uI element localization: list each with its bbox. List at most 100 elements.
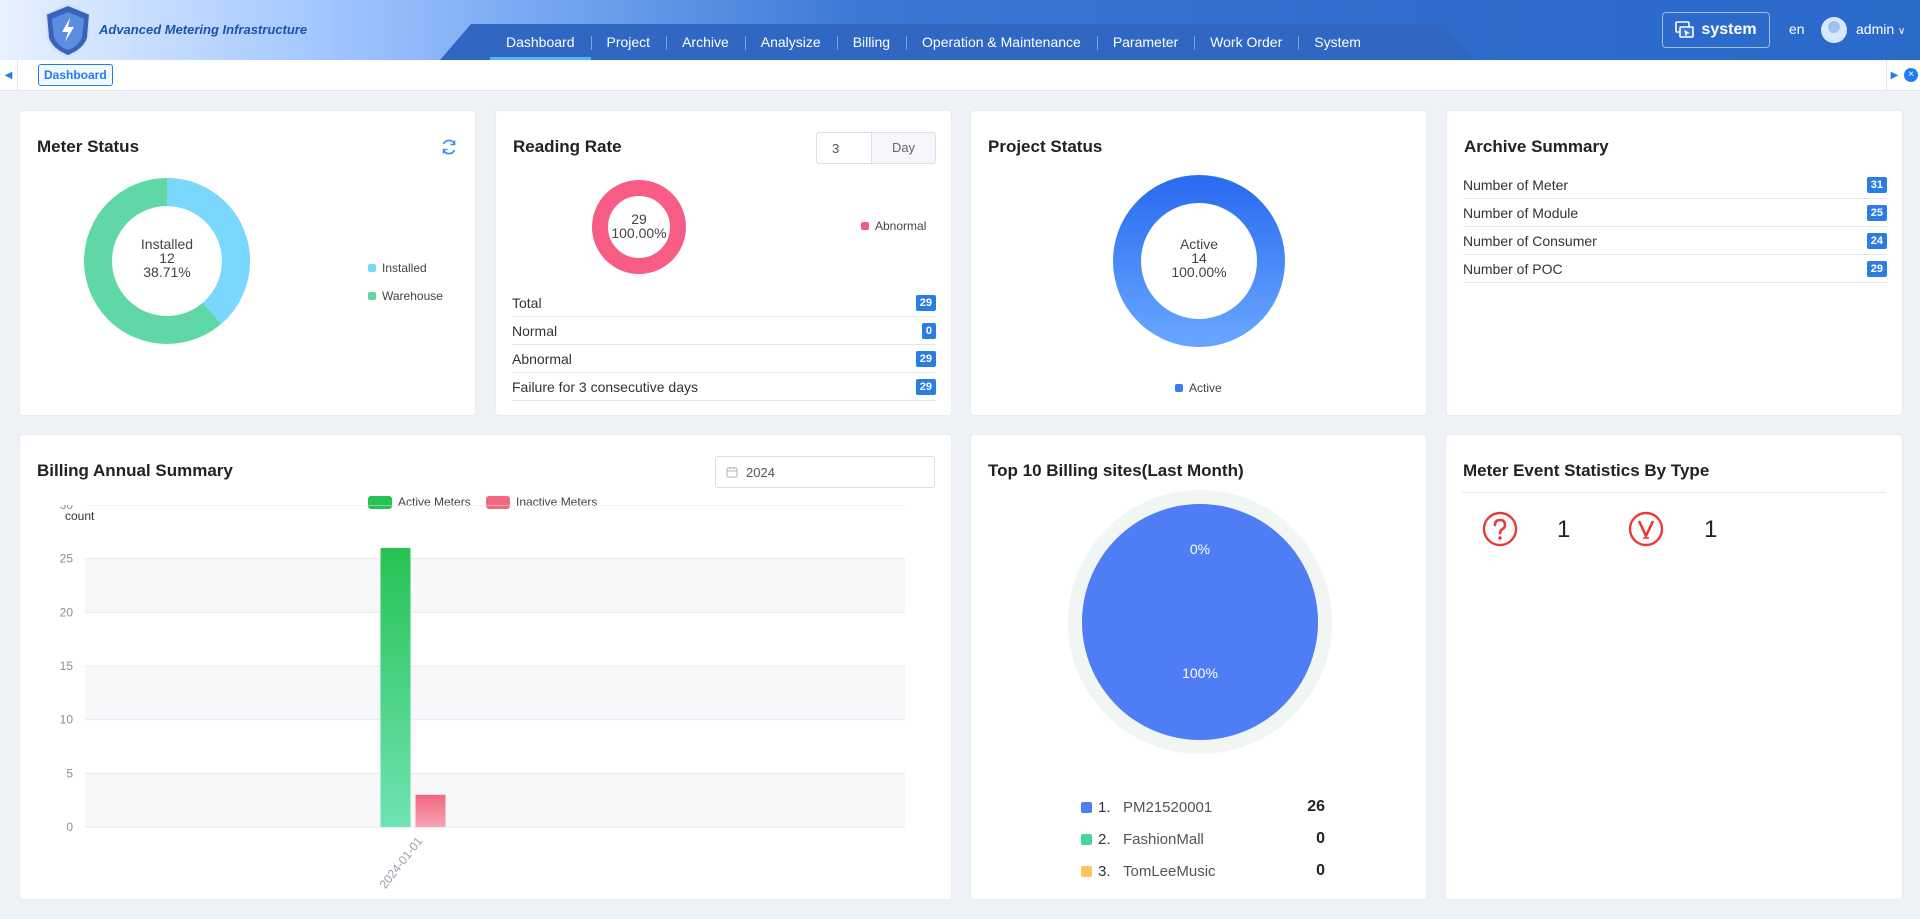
system-button[interactable]: system: [1662, 12, 1770, 48]
site-row-3-value: 0: [1316, 862, 1325, 879]
question-icon[interactable]: [1482, 511, 1518, 547]
reading-row-normal-label: Normal: [512, 322, 558, 339]
site-row-1-value: 26: [1307, 798, 1325, 815]
archive-row-consumer: Number of Consumer 24: [1463, 227, 1887, 255]
reading-row-abnormal-label: Abnormal: [512, 350, 572, 367]
site-row-2[interactable]: 2. FashionMall 0: [1081, 823, 1325, 855]
legend-warehouse[interactable]: Warehouse: [368, 289, 443, 303]
legend-abnormal[interactable]: Abnormal: [861, 219, 926, 233]
archive-row-meter-label: Number of Meter: [1463, 176, 1569, 193]
top-billing-pie-label-0: 0%: [1190, 541, 1210, 557]
bar-active-meters[interactable]: [380, 547, 411, 827]
nav-operation-maintenance[interactable]: Operation & Maintenance: [906, 24, 1097, 60]
reading-rate-center-percent: 100.00%: [611, 225, 667, 241]
main-nav: Dashboard Project Archive Analysize Bill…: [490, 24, 1377, 60]
site-row-1-rank: 1.: [1098, 798, 1111, 816]
site-row-3-rank: 3.: [1098, 862, 1111, 880]
days-input-value: 3: [832, 140, 840, 156]
reading-row-total: Total 29: [512, 289, 936, 317]
top-billing-title: Top 10 Billing sites(Last Month): [988, 461, 1244, 480]
grid-band: [85, 558, 905, 613]
legend-active[interactable]: Active: [1175, 381, 1222, 395]
legend-abnormal-swatch: [861, 222, 869, 230]
top-billing-pie-slice[interactable]: [1082, 504, 1318, 740]
site-row-3[interactable]: 3. TomLeeMusic 0: [1081, 855, 1325, 887]
top-billing-pie-label-1: 100%: [1182, 665, 1218, 681]
reading-row-abnormal-value: 29: [915, 350, 936, 367]
site-row-3-swatch: [1081, 865, 1092, 877]
tabs-scroll-left-icon[interactable]: ◀: [0, 60, 18, 91]
days-input[interactable]: 3 Day: [816, 132, 936, 164]
billing-summary-card: Billing Annual Summary 2024 Active Meter…: [19, 434, 952, 900]
site-row-1-name: PM21520001: [1123, 798, 1213, 816]
reading-row-total-label: Total: [512, 294, 542, 311]
close-tabs-icon[interactable]: ×: [1904, 68, 1918, 82]
project-status-center-percent: 100.00%: [1171, 264, 1227, 280]
voltage-icon[interactable]: [1628, 511, 1664, 547]
language-selector[interactable]: en: [1789, 21, 1805, 37]
nav-billing[interactable]: Billing: [836, 24, 906, 60]
y-tick-label: 15: [60, 659, 74, 673]
archive-row-module-value: 25: [1866, 204, 1887, 221]
reading-row-failure-value: 29: [915, 378, 936, 395]
archive-row-module: Number of Module 25: [1463, 199, 1887, 227]
legend-installed-swatch: [368, 264, 376, 272]
legend-active-swatch: [1175, 384, 1183, 392]
meter-events-divider: [1462, 492, 1886, 493]
project-status-center-label: Active: [1179, 236, 1219, 252]
meter-events-card: Meter Event Statistics By Type 1 1: [1445, 434, 1903, 900]
nav-system[interactable]: System: [1298, 24, 1377, 60]
nav-work-order[interactable]: Work Order: [1194, 24, 1298, 60]
system-switch-icon: [1675, 21, 1695, 38]
nav-parameter[interactable]: Parameter: [1096, 24, 1194, 60]
shield-logo-icon: [44, 3, 92, 58]
y-tick-label: 0: [66, 820, 73, 834]
meter-status-title: Meter Status: [37, 137, 140, 156]
nav-dashboard[interactable]: Dashboard: [490, 24, 591, 60]
x-tick-label: 2024-01-01: [377, 834, 426, 891]
legend-installed[interactable]: Installed: [368, 261, 427, 275]
legend-warehouse-label: Warehouse: [382, 289, 443, 303]
nav-project[interactable]: Project: [590, 24, 667, 60]
site-row-3-name: TomLeeMusic: [1123, 862, 1216, 880]
top-billing-card: Top 10 Billing sites(Last Month) 0% 100%…: [970, 434, 1427, 900]
y-tick-label: 25: [60, 552, 74, 566]
archive-row-poc: Number of POC 29: [1463, 255, 1887, 283]
reading-row-abnormal: Abnormal 29: [512, 345, 936, 373]
user-avatar[interactable]: [1821, 17, 1847, 43]
project-status-card: Project Status Active 14 100.00% Active: [970, 110, 1427, 416]
archive-row-consumer-label: Number of Consumer: [1463, 232, 1597, 249]
year-picker-value: 2024: [746, 464, 775, 480]
y-tick-label: 20: [60, 605, 74, 619]
year-picker[interactable]: 2024: [715, 456, 935, 488]
chevron-down-icon: ∨: [1898, 26, 1906, 37]
event-count-question: 1: [1557, 516, 1571, 543]
meter-status-center-percent: 38.71%: [143, 264, 191, 280]
open-tabs-bar: ◀ Dashboard ▶ ×: [0, 60, 1920, 91]
y-tick-label: 10: [60, 713, 74, 727]
nav-archive[interactable]: Archive: [666, 24, 745, 60]
bar-inactive-meters[interactable]: [415, 794, 446, 827]
meter-status-center-count: 12: [159, 250, 175, 266]
system-button-label: system: [1701, 21, 1757, 38]
site-row-1[interactable]: 1. PM21520001 26: [1081, 791, 1325, 823]
legend-installed-label: Installed: [382, 261, 427, 275]
meter-status-center-label: Installed: [140, 236, 194, 252]
top-billing-list: 1. PM21520001 26 2. FashionMall 0 3. Tom…: [1081, 791, 1325, 887]
billing-bar-chart: count0510152025302024-01-01: [60, 505, 905, 891]
user-menu[interactable]: admin ∨: [1856, 21, 1905, 37]
site-row-1-swatch: [1081, 801, 1092, 813]
tab-dashboard[interactable]: Dashboard: [38, 64, 113, 86]
site-row-2-name: FashionMall: [1123, 830, 1204, 848]
grid-band: [85, 666, 905, 720]
refresh-icon[interactable]: [440, 138, 458, 156]
calendar-icon: [726, 467, 738, 478]
billing-summary-title: Billing Annual Summary: [37, 461, 233, 480]
archive-summary-title: Archive Summary: [1464, 137, 1609, 156]
tabs-scroll-right-icon[interactable]: ▶: [1886, 60, 1902, 91]
y-tick-label: 5: [66, 766, 73, 780]
project-status-center-count: 14: [1191, 250, 1207, 266]
nav-analysize[interactable]: Analysize: [744, 24, 837, 60]
reading-row-total-value: 29: [915, 294, 936, 311]
reading-rate-center-count: 29: [631, 211, 647, 227]
